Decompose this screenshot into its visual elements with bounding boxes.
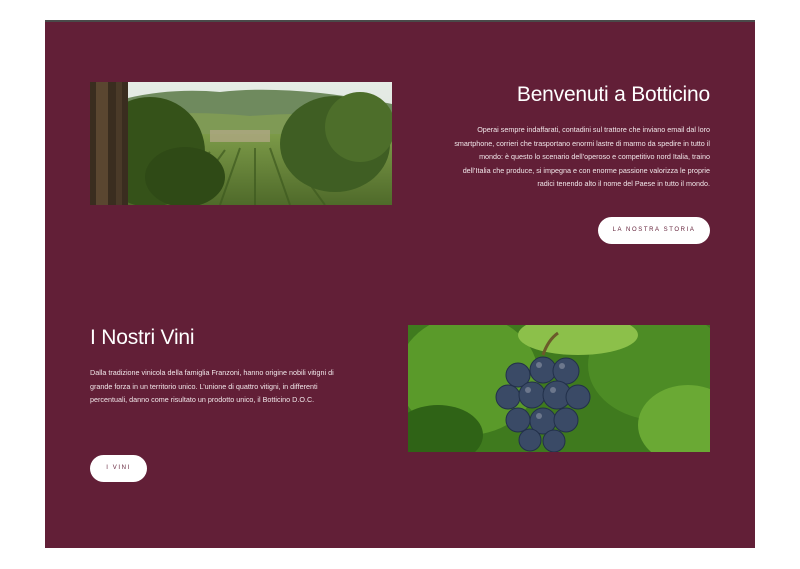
our-story-button[interactable]: LA NOSTRA STORIA — [598, 217, 710, 244]
grapes-image — [408, 325, 710, 452]
vineyard-illustration — [90, 82, 392, 205]
wines-title: I Nostri Vini — [90, 326, 195, 349]
vineyard-image — [90, 82, 392, 205]
wines-paragraph: Dalla tradizione vinicola della famiglia… — [90, 368, 334, 404]
grapes-illustration — [408, 325, 710, 452]
page: Benvenuti a Botticino Operai sempre inda… — [0, 0, 800, 569]
wines-button[interactable]: I VINI — [90, 455, 147, 482]
content-panel: Benvenuti a Botticino Operai sempre inda… — [45, 20, 755, 548]
intro-paragraph: Operai sempre indaffarati, contadini sul… — [454, 125, 710, 188]
intro-title: Benvenuti a Botticino — [516, 83, 710, 106]
